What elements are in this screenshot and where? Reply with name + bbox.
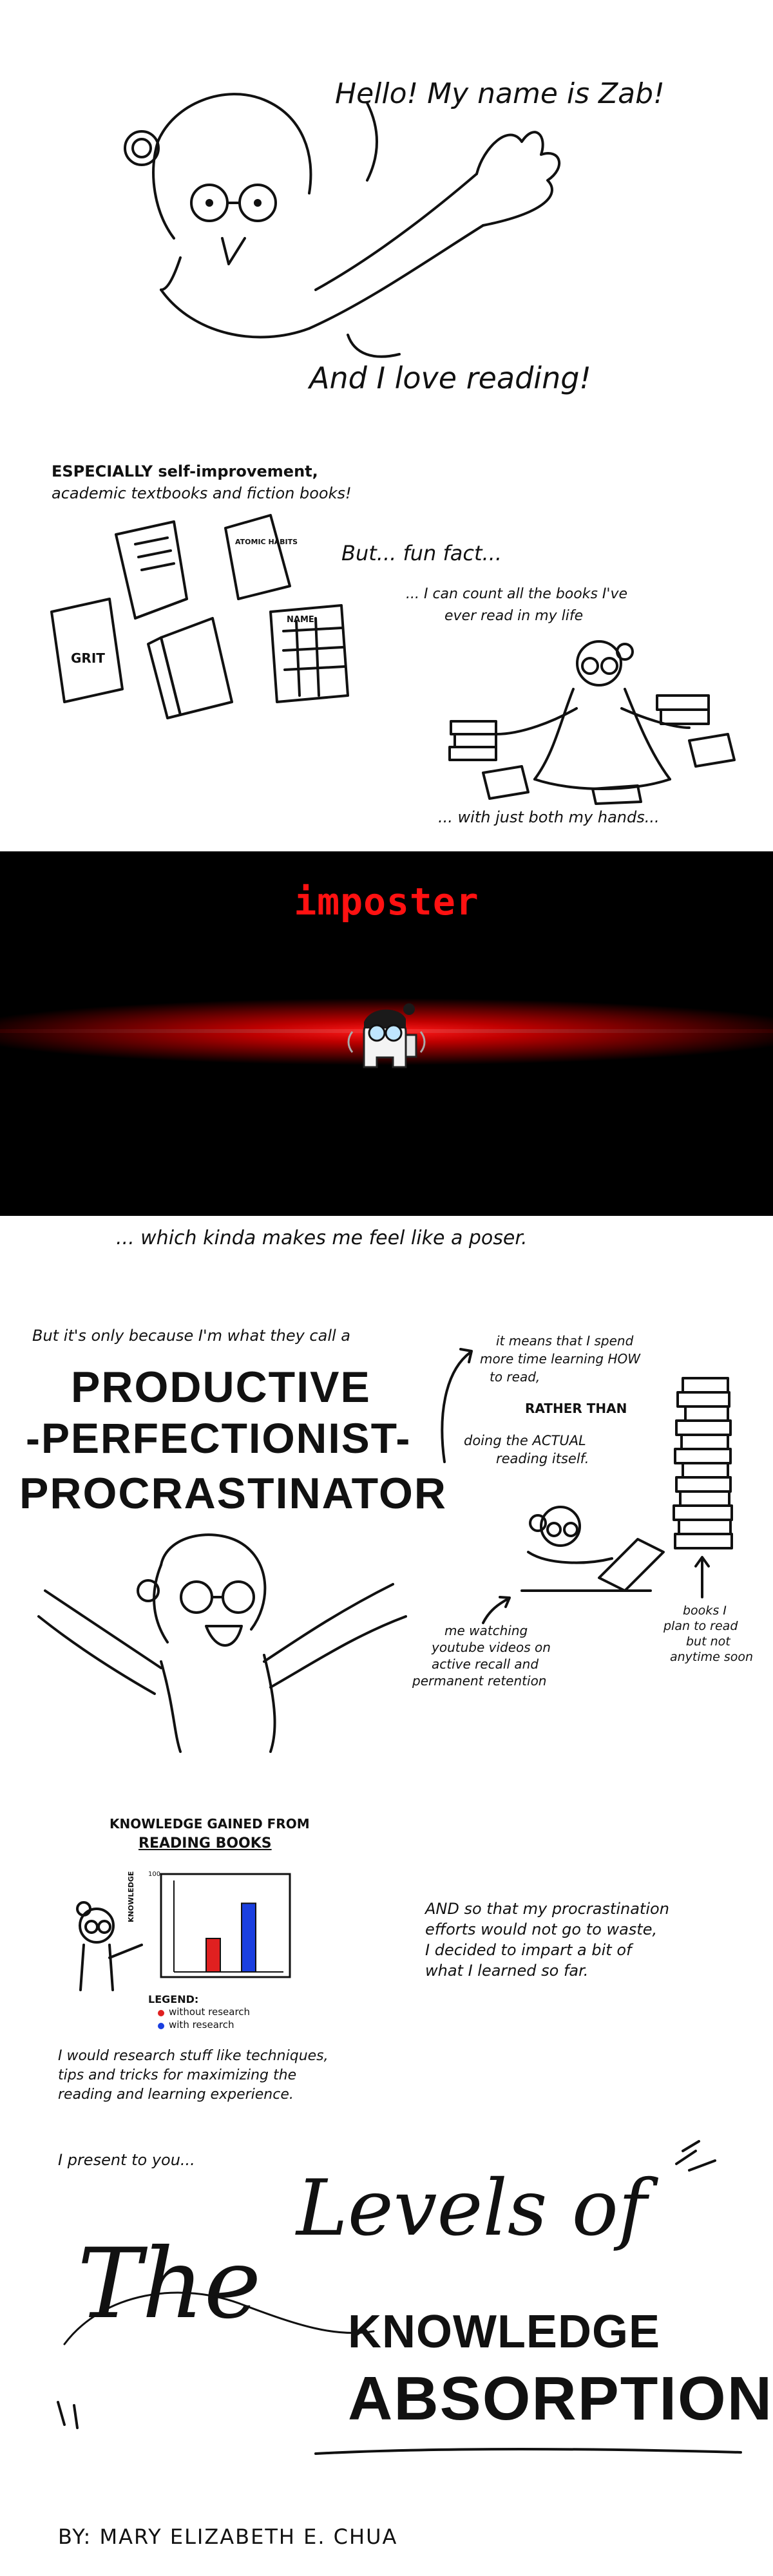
chart-title-line-1: KNOWLEDGE GAINED FROM bbox=[110, 1816, 310, 1832]
doing-line-2: reading itself. bbox=[496, 1451, 589, 1466]
term-procrastinator: PROCRASTINATOR bbox=[19, 1469, 447, 1518]
and-line-1: AND so that my procrastination bbox=[425, 1900, 669, 1918]
term-productive: PRODUCTIVE bbox=[71, 1363, 371, 1412]
means-line-2: more time learning HOW bbox=[480, 1351, 641, 1367]
legend-blue-dot bbox=[158, 2023, 164, 2029]
title-knowledge: KNOWLEDGE bbox=[348, 2306, 660, 2358]
title-underline bbox=[314, 2448, 742, 2455]
books-plan-line-1: books I bbox=[683, 1604, 727, 1618]
watching-line-3: active recall and bbox=[432, 1656, 539, 1672]
count-books-line-2: ever read in my life bbox=[444, 608, 584, 624]
especially-line-2: academic textbooks and fiction books! bbox=[52, 484, 352, 502]
research-line-1: I would research stuff like techniques, bbox=[58, 2048, 329, 2064]
present-text: I present to you... bbox=[58, 2151, 195, 2169]
flying-books-drawing bbox=[50, 514, 349, 719]
chart-ytick-100: 100 bbox=[148, 1871, 161, 1878]
chart-frame bbox=[160, 1873, 291, 1978]
chart-bar-with-research bbox=[241, 1902, 256, 1973]
zab-laptop-drawing bbox=[520, 1506, 665, 1592]
greeting-text: Hello! My name is Zab! bbox=[335, 77, 665, 110]
watching-line-4: permanent retention bbox=[412, 1673, 547, 1689]
and-line-2: efforts would not go to waste, bbox=[425, 1920, 658, 1938]
intro-text: But it's only because I'm what they call… bbox=[32, 1327, 350, 1345]
love-reading-text: And I love reading! bbox=[309, 361, 591, 395]
chart-ylabel: KNOWLEDGE bbox=[127, 1871, 135, 1922]
with-both-hands-text: ... with just both my hands... bbox=[438, 808, 660, 826]
byline-text: BY: MARY ELIZABETH E. CHUA bbox=[58, 2524, 398, 2549]
legend-blue-label: with research bbox=[169, 2019, 234, 2031]
but-fun-fact-text: But... fun fact... bbox=[341, 541, 502, 565]
zab-sitting-with-books-drawing bbox=[448, 640, 736, 805]
sparkle-marks-top bbox=[675, 2140, 716, 2172]
book-stack-drawing bbox=[673, 1377, 733, 1598]
and-line-4: what I learned so far. bbox=[425, 1962, 589, 1980]
chart-title-line-2: READING BOOKS bbox=[138, 1835, 272, 1852]
book-grit-label: GRIT bbox=[71, 650, 105, 666]
arrow-to-means bbox=[441, 1348, 473, 1463]
legend-red-dot bbox=[158, 2010, 164, 2016]
especially-line-1: ESPECIALLY self-improvement, bbox=[52, 462, 318, 480]
title-levels-of: Levels of bbox=[296, 2164, 647, 2253]
book-atomic-label: ATOMIC HABITS bbox=[235, 538, 298, 546]
rather-than-text: RATHER THAN bbox=[525, 1401, 627, 1416]
zab-cheering-drawing bbox=[37, 1533, 407, 1753]
title-flourish bbox=[63, 2291, 375, 2345]
books-plan-line-3: but not bbox=[686, 1634, 730, 1649]
books-plan-line-2: plan to read bbox=[663, 1619, 738, 1633]
means-line-3: to read, bbox=[490, 1369, 540, 1385]
book-name-label: NAME bbox=[287, 615, 314, 625]
crewmate-zab-icon bbox=[347, 1003, 426, 1068]
legend-red-label: without research bbox=[169, 2006, 251, 2018]
panel-imposter: imposter bbox=[0, 851, 773, 1216]
arrow-to-zab bbox=[482, 1596, 511, 1624]
chart-bar-without-research bbox=[205, 1938, 221, 1973]
doing-line-1: doing the ACTUAL bbox=[464, 1433, 586, 1448]
title-absorption: ABSORPTION bbox=[348, 2364, 773, 2433]
imposter-title: imposter bbox=[294, 880, 479, 923]
poser-text: ... which kinda makes me feel like a pos… bbox=[116, 1227, 528, 1249]
count-books-line-1: ... I can count all the books I've bbox=[406, 586, 627, 602]
and-line-3: I decided to impart a bit of bbox=[425, 1941, 632, 1959]
term-perfectionist: -PERFECTIONIST- bbox=[26, 1414, 412, 1462]
books-plan-line-4: anytime soon bbox=[670, 1650, 754, 1664]
sparkle-marks-left bbox=[57, 2401, 79, 2429]
watching-line-2: youtube videos on bbox=[432, 1640, 551, 1655]
research-line-2: tips and tricks for maximizing the bbox=[58, 2067, 297, 2083]
means-line-1: it means that I spend bbox=[496, 1333, 634, 1349]
legend-title: LEGEND: bbox=[148, 1993, 199, 2005]
zab-pointing-drawing bbox=[76, 1901, 143, 1991]
research-line-3: reading and learning experience. bbox=[58, 2087, 294, 2103]
knowledge-chart bbox=[160, 1873, 291, 1978]
